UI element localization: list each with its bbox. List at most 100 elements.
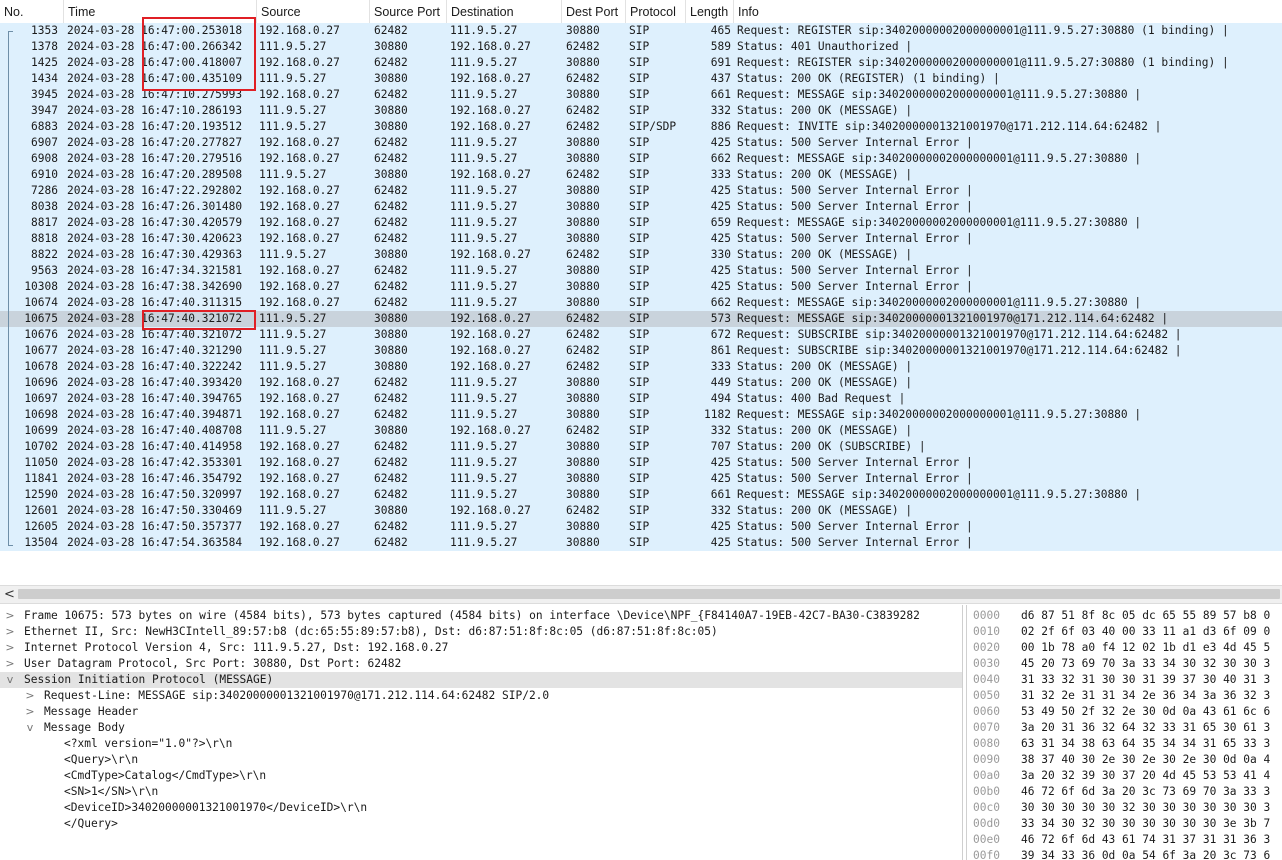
bytes-row[interactable]: 00c0 30 30 30 30 30 32 30 30 30 30 30 30 … xyxy=(967,800,1282,816)
chevron-right-icon[interactable]: > xyxy=(4,624,16,640)
bytes-row[interactable]: 00e0 46 72 6f 6d 43 61 74 31 37 31 31 36 … xyxy=(967,832,1282,848)
chevron-down-icon[interactable]: v xyxy=(4,672,16,688)
packet-row[interactable]: 10674 2024-03-28 16:47:40.311315 192.168.0… xyxy=(0,295,1282,311)
packet-row[interactable]: 12590 2024-03-28 16:47:50.320997 192.168.0… xyxy=(0,487,1282,503)
packet-row[interactable]: 8818 2024-03-28 16:47:30.420623 192.168.0.… xyxy=(0,231,1282,247)
packet-list-hscrollbar[interactable]: < xyxy=(0,585,1282,604)
detail-tree-label: <SN>1</SN>\r\n xyxy=(64,785,159,798)
packet-row[interactable]: 8817 2024-03-28 16:47:30.420579 192.168.0.… xyxy=(0,215,1282,231)
detail-tree-item[interactable]: </Query> xyxy=(0,816,962,832)
detail-tree-item[interactable]: > Frame 10675: 573 bytes on wire (4584 bi… xyxy=(0,608,962,624)
packet-row[interactable]: 10677 2024-03-28 16:47:40.321290 111.9.5.2… xyxy=(0,343,1282,359)
detail-tree-item[interactable]: > Request-Line: MESSAGE sip:3402000000132… xyxy=(0,688,962,704)
packet-row[interactable]: 10696 2024-03-28 16:47:40.393420 192.168.0… xyxy=(0,375,1282,391)
packet-row[interactable]: 10308 2024-03-28 16:47:38.342690 192.168.0… xyxy=(0,279,1282,295)
packet-list[interactable]: 1353 2024-03-28 16:47:00.253018 192.168.0.… xyxy=(0,23,1282,551)
bytes-hex: 38 37 40 30 2e 30 2e 30 2e 30 0d 0a 4 xyxy=(1021,753,1271,766)
detail-tree-item[interactable]: > Ethernet II, Src: NewH3CIntell_89:57:b8… xyxy=(0,624,962,640)
cell-dest-port: 30880 xyxy=(566,24,600,37)
column-header-source-port[interactable]: Source Port xyxy=(370,0,447,23)
column-header-no[interactable]: No. xyxy=(0,0,64,23)
cell-protocol: SIP xyxy=(629,88,650,101)
column-header-destination[interactable]: Destination xyxy=(447,0,562,23)
packet-row[interactable]: 6883 2024-03-28 16:47:20.193512 111.9.5.27… xyxy=(0,119,1282,135)
packet-row[interactable]: 10702 2024-03-28 16:47:40.414958 192.168.0… xyxy=(0,439,1282,455)
cell-time: 2024-03-28 16:47:30.420579 xyxy=(67,216,243,229)
packet-details-pane[interactable]: > Frame 10675: 573 bytes on wire (4584 bi… xyxy=(0,605,963,860)
chevron-right-icon[interactable]: > xyxy=(4,608,16,624)
cell-dest-port: 30880 xyxy=(566,520,600,533)
cell-protocol: SIP xyxy=(629,152,650,165)
detail-tree-item[interactable]: > Message Header xyxy=(0,704,962,720)
packet-row[interactable]: 6908 2024-03-28 16:47:20.279516 192.168.0.… xyxy=(0,151,1282,167)
bytes-row[interactable]: 0030 45 20 73 69 70 3a 33 34 30 32 30 30 … xyxy=(967,656,1282,672)
chevron-right-icon[interactable]: > xyxy=(24,688,36,704)
cell-length: 332 xyxy=(710,424,731,437)
chevron-down-icon[interactable]: v xyxy=(24,720,36,736)
cell-destination: 111.9.5.27 xyxy=(450,216,518,229)
packet-row[interactable]: 7286 2024-03-28 16:47:22.292802 192.168.0.… xyxy=(0,183,1282,199)
bytes-row[interactable]: 0080 63 31 34 38 63 64 35 34 34 31 65 33 … xyxy=(967,736,1282,752)
packet-row[interactable]: 12605 2024-03-28 16:47:50.357377 192.168.0… xyxy=(0,519,1282,535)
cell-time: 2024-03-28 16:47:20.193512 xyxy=(67,120,243,133)
detail-tree-item[interactable]: v Message Body xyxy=(0,720,962,736)
cell-source: 111.9.5.27 xyxy=(259,328,327,341)
bytes-row[interactable]: 0040 31 33 32 31 30 30 31 39 37 30 40 31 … xyxy=(967,672,1282,688)
bytes-row[interactable]: 0090 38 37 40 30 2e 30 2e 30 2e 30 0d 0a … xyxy=(967,752,1282,768)
cell-source-port: 62482 xyxy=(374,376,408,389)
cell-dest-port: 30880 xyxy=(566,264,600,277)
packet-row[interactable]: 8038 2024-03-28 16:47:26.301480 192.168.0.… xyxy=(0,199,1282,215)
cell-time: 2024-03-28 16:47:40.394765 xyxy=(67,392,243,405)
detail-tree-item[interactable]: > User Datagram Protocol, Src Port: 30880… xyxy=(0,656,962,672)
cell-length: 662 xyxy=(710,296,731,309)
packet-row[interactable]: 10697 2024-03-28 16:47:40.394765 192.168.0… xyxy=(0,391,1282,407)
packet-row[interactable]: 10678 2024-03-28 16:47:40.322242 111.9.5.2… xyxy=(0,359,1282,375)
detail-tree-item[interactable]: <?xml version="1.0"?>\r\n xyxy=(0,736,962,752)
scroll-thumb[interactable] xyxy=(18,589,1280,599)
chevron-right-icon[interactable]: > xyxy=(24,704,36,720)
detail-tree-item[interactable]: v Session Initiation Protocol (MESSAGE) xyxy=(0,672,962,688)
chevron-right-icon[interactable]: > xyxy=(4,640,16,656)
packet-row[interactable]: 8822 2024-03-28 16:47:30.429363 111.9.5.27… xyxy=(0,247,1282,263)
detail-tree-item[interactable]: <SN>1</SN>\r\n xyxy=(0,784,962,800)
column-header-dest-port[interactable]: Dest Port xyxy=(562,0,626,23)
packet-row[interactable]: 11050 2024-03-28 16:47:42.353301 192.168.0… xyxy=(0,455,1282,471)
bytes-row[interactable]: 00b0 46 72 6f 6d 3a 20 3c 73 69 70 3a 33 … xyxy=(967,784,1282,800)
packet-row[interactable]: 12601 2024-03-28 16:47:50.330469 111.9.5.2… xyxy=(0,503,1282,519)
bytes-row[interactable]: 0070 3a 20 31 36 32 64 32 33 31 65 30 61 … xyxy=(967,720,1282,736)
packet-row[interactable]: 9563 2024-03-28 16:47:34.321581 192.168.0.… xyxy=(0,263,1282,279)
cell-info: Request: MESSAGE sip:3402000000200000000… xyxy=(737,296,1142,309)
column-header-length[interactable]: Length xyxy=(686,0,734,23)
packet-row[interactable]: 6910 2024-03-28 16:47:20.289508 111.9.5.27… xyxy=(0,167,1282,183)
detail-tree-item[interactable]: <CmdType>Catalog</CmdType>\r\n xyxy=(0,768,962,784)
bytes-row[interactable]: 0060 53 49 50 2f 32 2e 30 0d 0a 43 61 6c … xyxy=(967,704,1282,720)
column-header-protocol[interactable]: Protocol xyxy=(626,0,686,23)
chevron-right-icon[interactable]: > xyxy=(4,656,16,672)
bytes-row[interactable]: 0010 02 2f 6f 03 40 00 33 11 a1 d3 6f 09 … xyxy=(967,624,1282,640)
bytes-row[interactable]: 0050 31 32 2e 31 31 34 2e 36 34 3a 36 32 … xyxy=(967,688,1282,704)
bytes-row[interactable]: 0000 d6 87 51 8f 8c 05 dc 65 55 89 57 b8 … xyxy=(967,608,1282,624)
cell-source: 192.168.0.27 xyxy=(259,184,340,197)
cell-destination: 192.168.0.27 xyxy=(450,248,531,261)
cell-protocol: SIP xyxy=(629,360,650,373)
detail-tree-item[interactable]: > Internet Protocol Version 4, Src: 111.9… xyxy=(0,640,962,656)
bytes-row[interactable]: 00d0 33 34 30 32 30 30 30 30 30 30 3e 3b … xyxy=(967,816,1282,832)
packet-row[interactable]: 13504 2024-03-28 16:47:54.363584 192.168.0… xyxy=(0,535,1282,551)
packet-bytes-pane[interactable]: 0000 d6 87 51 8f 8c 05 dc 65 55 89 57 b8 … xyxy=(966,605,1282,860)
cell-dest-port: 30880 xyxy=(566,88,600,101)
detail-tree-item[interactable]: <Query>\r\n xyxy=(0,752,962,768)
packet-row[interactable]: 10699 2024-03-28 16:47:40.408708 111.9.5.2… xyxy=(0,423,1282,439)
detail-tree-item[interactable]: <DeviceID>34020000001321001970</DeviceID… xyxy=(0,800,962,816)
packet-row[interactable]: 10698 2024-03-28 16:47:40.394871 192.168.0… xyxy=(0,407,1282,423)
packet-row[interactable]: 6907 2024-03-28 16:47:20.277827 192.168.0.… xyxy=(0,135,1282,151)
bytes-hex: 63 31 34 38 63 64 35 34 34 31 65 33 3 xyxy=(1021,737,1271,750)
column-header-source[interactable]: Source xyxy=(257,0,370,23)
packet-row[interactable]: 11841 2024-03-28 16:47:46.354792 192.168.0… xyxy=(0,471,1282,487)
scroll-left-icon[interactable]: < xyxy=(4,586,15,603)
cell-source: 111.9.5.27 xyxy=(259,312,327,325)
bytes-row[interactable]: 0020 00 1b 78 a0 f4 12 02 1b d1 e3 4d 45 … xyxy=(967,640,1282,656)
bytes-row[interactable]: 00a0 3a 20 32 39 30 37 20 4d 45 53 53 41 … xyxy=(967,768,1282,784)
packet-row[interactable]: 3947 2024-03-28 16:47:10.286193 111.9.5.27… xyxy=(0,103,1282,119)
bytes-row[interactable]: 00f0 39 34 33 36 0d 0a 54 6f 3a 20 3c 73 … xyxy=(967,848,1282,860)
column-header-info[interactable]: Info xyxy=(734,0,1282,23)
